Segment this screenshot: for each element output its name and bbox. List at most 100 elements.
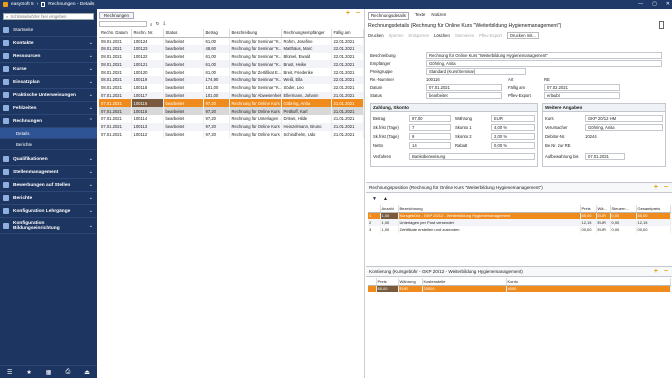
column-header[interactable]: Fällig am [331, 29, 364, 38]
preisgruppe-field[interactable]: Standard (Kurs/Seminar) [426, 68, 526, 75]
favorites-icon[interactable]: ★ [26, 369, 31, 376]
arrow-up-icon[interactable]: ▲ [383, 196, 388, 202]
tab-texte[interactable]: Texte [415, 12, 426, 20]
verfahren-field[interactable]: Banküberweisung [409, 153, 535, 160]
tab-rechnungen[interactable]: Rechnungen [99, 11, 134, 19]
remove-icon[interactable]: − [664, 268, 668, 275]
column-header[interactable]: Konto [506, 278, 671, 286]
grid-icon[interactable]: ▦ [46, 369, 52, 376]
table-row[interactable]: 07.01.2021 100115 bearbeitet 97,20 Rechnung … [99, 107, 364, 115]
tab-rechnungsdetails[interactable]: Rechnungsdetails [368, 12, 409, 20]
skonto2-field[interactable]: 2,00 % [491, 133, 535, 140]
skonto1-field[interactable]: 4,00 % [491, 124, 535, 131]
remove-icon[interactable]: − [356, 10, 360, 17]
sidebar-item-unterweisungen[interactable]: Praktische Unterweisungen ⌄ [0, 89, 97, 102]
table-row[interactable]: 08.01.2021 100118 bearbeitet 101,00 Rechnung… [99, 83, 364, 92]
sidebar-subitem-details[interactable]: Details [0, 128, 97, 139]
faellig-field[interactable]: 07.02.2021 [544, 84, 620, 91]
exit-icon[interactable]: ⏏ [84, 369, 90, 376]
search-icon[interactable]: ⌕ [150, 22, 153, 27]
column-header[interactable]: Status [163, 29, 204, 38]
lock-button[interactable]: Sperren [389, 33, 404, 38]
pflev-field[interactable]: erlaubt [544, 92, 620, 99]
column-header[interactable]: Betrag [203, 29, 230, 38]
sidebar-item-kurse[interactable]: Kurse ⌄ [0, 63, 97, 76]
sidebar-item-fehlzeiten[interactable]: Fehlzeiten ⌄ [0, 102, 97, 115]
column-header[interactable]: Beschreibung [229, 29, 282, 38]
table-row[interactable]: 08.01.2021 100124 bearbeitet 61,00 Rechnung … [99, 37, 364, 45]
close-button[interactable]: ✕ [666, 1, 670, 7]
export-button[interactable]: Pflev-Export [479, 33, 502, 38]
menu-icon[interactable]: ☰ [7, 369, 12, 376]
sidebar-item-bewerbungen[interactable]: Bewerbungen auf Stellen ⌄ [0, 179, 97, 192]
sidebar-subitem-berichte[interactable]: Berichte [0, 139, 97, 150]
print-button[interactable]: Drucken [368, 33, 384, 38]
add-icon[interactable]: + [654, 184, 658, 191]
tab-notizen[interactable]: Notizen [431, 12, 446, 20]
column-header[interactable]: Währung [398, 278, 423, 286]
skfrist1-field[interactable]: 7 [409, 124, 451, 131]
print-with-button[interactable]: Drucken mit... [506, 31, 539, 39]
column-header[interactable]: Rechn. Nr. [131, 29, 164, 38]
search-input[interactable]: ⌕ Schlüsselwörter hier eingeben [3, 13, 94, 20]
sidebar-item-rechnungen[interactable]: Rechnungen ⌃ [0, 115, 97, 128]
column-header[interactable]: Rechnungsempfänger [281, 29, 332, 38]
add-icon[interactable]: + [346, 10, 350, 17]
sidebar-item-konfig-lehrgaenge[interactable]: Konfiguration Lehrgänge ⌄ [0, 205, 97, 218]
table-row[interactable]: 85,00 EUR 20000 4000 [368, 285, 671, 292]
sidebar-item-ressourcen[interactable]: Ressourcen ⌄ [0, 50, 97, 63]
sidebar-item-kontakte[interactable]: Kontakte ⌄ [0, 37, 97, 50]
add-icon[interactable]: + [654, 268, 658, 275]
waehrung-field[interactable]: EUR [491, 115, 535, 122]
verursacher-field[interactable]: Göhring, Anita [585, 124, 663, 131]
kurs-field[interactable]: GKP 20/12 HM [585, 115, 663, 122]
table-row[interactable]: 08.01.2021 100123 bearbeitet 48,60 Rechnung … [99, 44, 364, 53]
table-row[interactable]: 1 1,00 Kursgebühr - GKP 20/12 - Weiterbild… [368, 212, 671, 219]
column-header[interactable] [368, 205, 381, 213]
sidebar-item-start[interactable]: Startseite [0, 24, 97, 37]
table-row[interactable]: 08.01.2021 100121 bearbeitet 61,00 Rechnung … [99, 60, 364, 69]
refresh-icon[interactable]: ↻ [156, 21, 160, 27]
table-row[interactable]: 08.01.2021 100122 bearbeitet 61,00 Rechnung … [99, 52, 364, 61]
table-row[interactable]: 07.01.2021 100114 bearbeitet 97,20 Rechnung … [99, 114, 364, 123]
sidebar-item-stellenmanagement[interactable]: Stellenmanagement ⌄ [0, 166, 97, 179]
arrow-down-icon[interactable]: ▼ [372, 196, 377, 202]
cancel-invoice-button[interactable]: Stornieren [455, 33, 474, 38]
column-header[interactable]: Wä... [596, 205, 611, 213]
netto-field[interactable]: 14 [409, 142, 451, 149]
sidebar-item-einsatzplan[interactable]: Einsatzplan ⌄ [0, 76, 97, 89]
sidebar-item-berichte[interactable]: Berichte ⌄ [0, 192, 97, 205]
sidebar-item-qualifikationen[interactable]: Qualifikationen ⌄ [0, 153, 97, 166]
export-icon[interactable]: ⇩ [162, 21, 166, 27]
table-row[interactable]: 07.01.2021 100116 bearbeitet 97,20 Rechnung … [99, 99, 364, 108]
rabatt-field[interactable]: 0,00 % [491, 142, 535, 149]
table-row[interactable]: 07.01.2021 100113 bearbeitet 97,20 Rechnung … [99, 122, 364, 131]
column-header[interactable]: Preis [376, 278, 399, 286]
status-field[interactable]: bearbeitet [426, 92, 502, 99]
maximize-button[interactable]: ▢ [652, 1, 657, 7]
betrag-field[interactable]: 97,00 [409, 115, 451, 122]
table-row[interactable]: 08.01.2021 100119 bearbeitet 174,90 Rechnung… [99, 75, 364, 84]
column-header[interactable]: Steuern... [610, 205, 637, 213]
aufbew-field[interactable]: 07.01.2031 [585, 153, 625, 160]
beschreibung-field[interactable]: Rechnung für Online Kurs "Weiterbildung … [426, 52, 662, 59]
table-row[interactable]: 07.01.2021 100117 bearbeitet 101,00 Rechnung… [99, 91, 364, 100]
column-header[interactable]: Bezeichnung [398, 205, 581, 213]
column-header[interactable]: Kostenstelle [422, 278, 507, 286]
delete-button[interactable]: Löschen [434, 33, 450, 38]
table-row[interactable]: 3 1,00 Zertifikate erstellen und zusenden 0… [368, 226, 671, 233]
empfaenger-field[interactable]: Göhring, Anita [426, 60, 662, 67]
column-header[interactable]: Gesamtpreis [636, 205, 671, 213]
unlock-button[interactable]: Entsperren [409, 33, 429, 38]
remove-icon[interactable]: − [664, 184, 668, 191]
column-header[interactable]: Rechn. Datum [99, 29, 132, 38]
print-icon[interactable]: ⎙ [65, 369, 70, 376]
table-row[interactable]: 08.01.2021 100120 bearbeitet 61,00 Rechnung … [99, 68, 364, 76]
column-header[interactable]: Anzahl [380, 205, 399, 213]
column-header[interactable]: Preis [580, 205, 597, 213]
sidebar-item-konfig-bildung[interactable]: Konfiguration Bildungseinrichtung ⌄ [0, 218, 97, 234]
skfrist2-field[interactable]: 9 [409, 133, 451, 140]
list-filter-input[interactable] [99, 21, 147, 27]
datum-field[interactable]: 07.01.2021 [426, 84, 502, 91]
minimize-button[interactable]: — [638, 1, 643, 7]
